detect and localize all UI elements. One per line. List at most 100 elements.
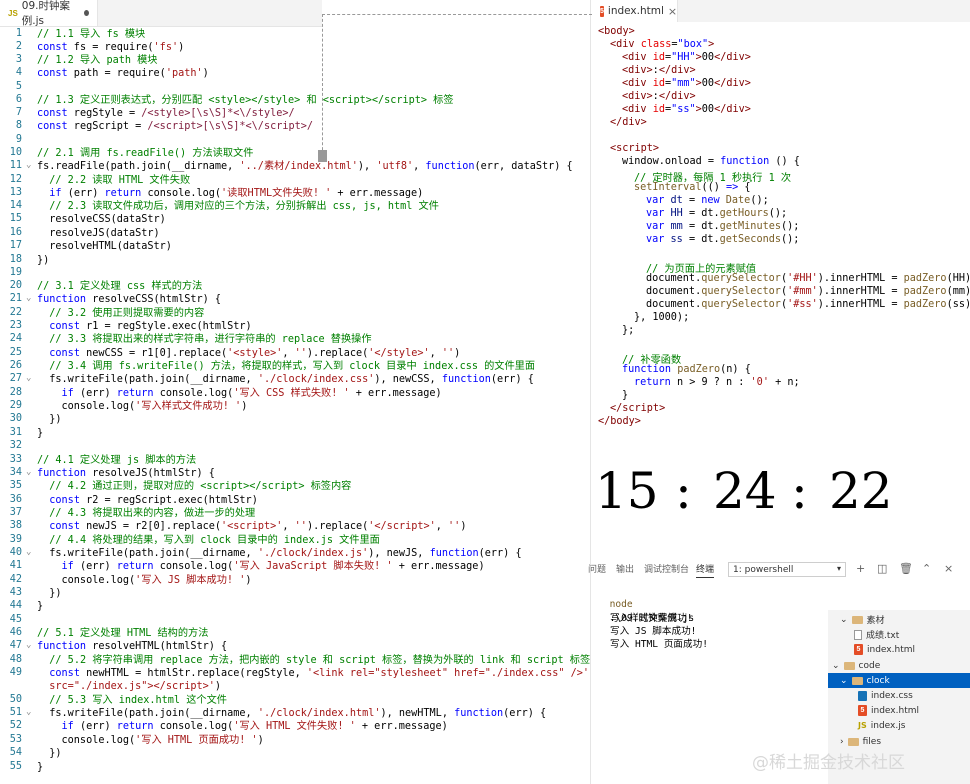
line-number: 26: [9, 360, 22, 371]
explorer-item[interactable]: index.css: [828, 688, 970, 703]
fold-chevron-icon[interactable]: ⌄: [26, 640, 31, 650]
explorer-item[interactable]: ⌄ 素材: [828, 612, 970, 627]
code-line: <script>: [610, 143, 660, 154]
explorer-item[interactable]: 5 index.html: [828, 703, 970, 718]
code-line: // 3.4 调用 fs.writeFile() 方法，将提取的样式，写入到 c…: [49, 361, 536, 372]
code-line: // 5.1 定义处理 HTML 结构的方法: [37, 628, 209, 639]
right-tab-bar: 5 index.html ×: [592, 0, 970, 22]
tab-label: 09.时钟案例.js: [21, 0, 70, 27]
code-line: const regStyle = /<style>[\s\S]*<\/style…: [37, 108, 295, 119]
line-number: 29: [9, 400, 22, 411]
explorer-item[interactable]: 成绩.txt: [828, 627, 970, 642]
right-code-editor[interactable]: <body> <div class="box"> <div id="HH">00</…: [592, 22, 970, 442]
code-line: setInterval(() => {: [634, 182, 751, 193]
code-line: fs.writeFile(path.join(__dirname, './clo…: [37, 374, 534, 385]
code-line: document.querySelector('#mm').innerHTML …: [646, 286, 970, 297]
fold-chevron-icon[interactable]: ⌄: [26, 467, 31, 477]
code-line: </script>: [610, 403, 666, 414]
code-line: var mm = dt.getMinutes();: [646, 221, 800, 232]
code-line: const fs = require('fs'): [37, 42, 185, 53]
shell-select[interactable]: 1: powershell ▾: [728, 562, 846, 577]
code-line: // 3.3 将提取出来的样式字符串，进行字符串的 replace 替换操作: [49, 334, 372, 345]
explorer-item-label: clock: [866, 675, 890, 686]
code-line: // 3.2 使用正则提取需要的内容: [49, 308, 205, 319]
drag-guide-horizontal: [322, 14, 592, 15]
code-line: resolveHTML(dataStr): [37, 241, 172, 252]
explorer-item[interactable]: ⌄ code: [828, 658, 970, 673]
line-number: 6: [15, 94, 22, 105]
close-panel-icon[interactable]: ×: [944, 562, 953, 575]
explorer-item[interactable]: 5 index.html: [828, 642, 970, 657]
clock-display: 15 : 24 : 22: [595, 462, 895, 524]
chevron-right-icon: ›: [840, 736, 844, 747]
code-line: // 2.1 调用 fs.readFile() 方法读取文件: [37, 148, 254, 159]
line-number: 3: [15, 54, 22, 65]
explorer-item-label: 成绩.txt: [866, 631, 900, 641]
explorer-item-label: code: [858, 660, 881, 671]
left-code-editor[interactable]: 1 // 1.1 导入 fs 模块 2 const fs = require('fs'…: [0, 28, 590, 784]
add-terminal-icon[interactable]: +: [856, 562, 865, 575]
code-line: <div>:</div>: [622, 91, 696, 102]
css-file-icon: [858, 690, 867, 701]
unsaved-dot-icon[interactable]: [84, 10, 89, 16]
javascript-file-icon: JS: [8, 8, 18, 18]
line-number: 24: [9, 333, 22, 344]
code-line: // 4.3 将提取出来的内容，做进一步的处理: [49, 508, 256, 519]
code-line: // 4.2 通过正则，提取对应的 <script></script> 标签内容: [49, 481, 352, 492]
split-terminal-icon[interactable]: ◫: [877, 562, 887, 575]
line-number: 37: [9, 507, 22, 518]
trash-icon[interactable]: 🗑: [899, 562, 913, 575]
terminal-output-line: 写入样式文件成功!: [610, 613, 693, 624]
code-line: return n > 9 ? n : '0' + n;: [634, 377, 800, 388]
code-line: const r2 = regScript.exec(htmlStr): [49, 495, 258, 506]
html-file-icon: 5: [600, 5, 604, 17]
tab-terminal[interactable]: 终端: [696, 562, 715, 578]
code-line: resolveCSS(dataStr): [37, 214, 166, 225]
line-number: 22: [9, 307, 22, 318]
line-number: 52: [9, 720, 22, 731]
explorer-item[interactable]: › files: [828, 734, 970, 749]
tab-debug-console[interactable]: 调试控制台: [644, 562, 689, 575]
left-tab-bar: JS 09.时钟案例.js: [0, 0, 322, 27]
code-line: // 4.4 将处理的结果，写入到 clock 目录中的 index.js 文件…: [49, 535, 380, 546]
command-prefix: node: [609, 599, 633, 610]
tab-output[interactable]: 输出: [616, 562, 634, 575]
chevron-down-icon: ▾: [836, 564, 841, 573]
chevron-up-icon[interactable]: ⌃: [922, 562, 931, 575]
code-line: console.log('写入 JS 脚本成功! '): [37, 575, 252, 586]
tab-problems[interactable]: 问题: [588, 562, 606, 575]
editor-divider: [590, 0, 591, 784]
code-line: if (err) return console.log('写入 JavaScri…: [61, 561, 485, 572]
line-number: 8: [15, 120, 22, 131]
fold-chevron-icon[interactable]: ⌄: [26, 293, 31, 303]
code-line: // 1.1 导入 fs 模块: [37, 29, 146, 40]
line-number: 2: [15, 41, 22, 52]
line-number: 32: [9, 440, 22, 451]
tab-index-html[interactable]: 5 index.html ×: [592, 0, 678, 22]
line-number: 46: [9, 627, 22, 638]
tab-clock-js[interactable]: JS 09.时钟案例.js: [0, 0, 98, 27]
line-number: 41: [9, 560, 22, 571]
code-line: src="./index.js"></script>'): [49, 681, 222, 692]
line-number: 25: [9, 347, 22, 358]
drag-handle[interactable]: [318, 150, 327, 162]
code-line: // 2.3 读取文件成功后，调用对应的三个方法，分别拆解出 css, js, …: [49, 201, 439, 212]
code-line: const newJS = r2[0].replace('<script>', …: [49, 521, 467, 532]
fold-chevron-icon[interactable]: ⌄: [26, 707, 31, 717]
text-file-icon: [854, 629, 862, 640]
line-number: 18: [9, 254, 22, 265]
line-number: 23: [9, 320, 22, 331]
line-number: 49: [9, 667, 22, 678]
explorer-item[interactable]: JS index.js: [828, 718, 970, 733]
code-line: // 5.3 写入 index.html 这个文件: [49, 695, 227, 706]
line-number: 42: [9, 574, 22, 585]
code-line: fs.writeFile(path.join(__dirname, './clo…: [37, 708, 547, 719]
fold-chevron-icon[interactable]: ⌄: [26, 547, 31, 557]
code-line: const newCSS = r1[0].replace('<style>', …: [49, 348, 461, 359]
fold-chevron-icon[interactable]: ⌄: [26, 160, 31, 170]
folder-icon: [851, 676, 863, 685]
explorer-item[interactable]: ⌄ clock: [828, 673, 970, 688]
close-icon[interactable]: ×: [668, 5, 677, 18]
code-line: <div id="mm">00</div>: [622, 78, 751, 89]
fold-chevron-icon[interactable]: ⌄: [26, 373, 31, 383]
